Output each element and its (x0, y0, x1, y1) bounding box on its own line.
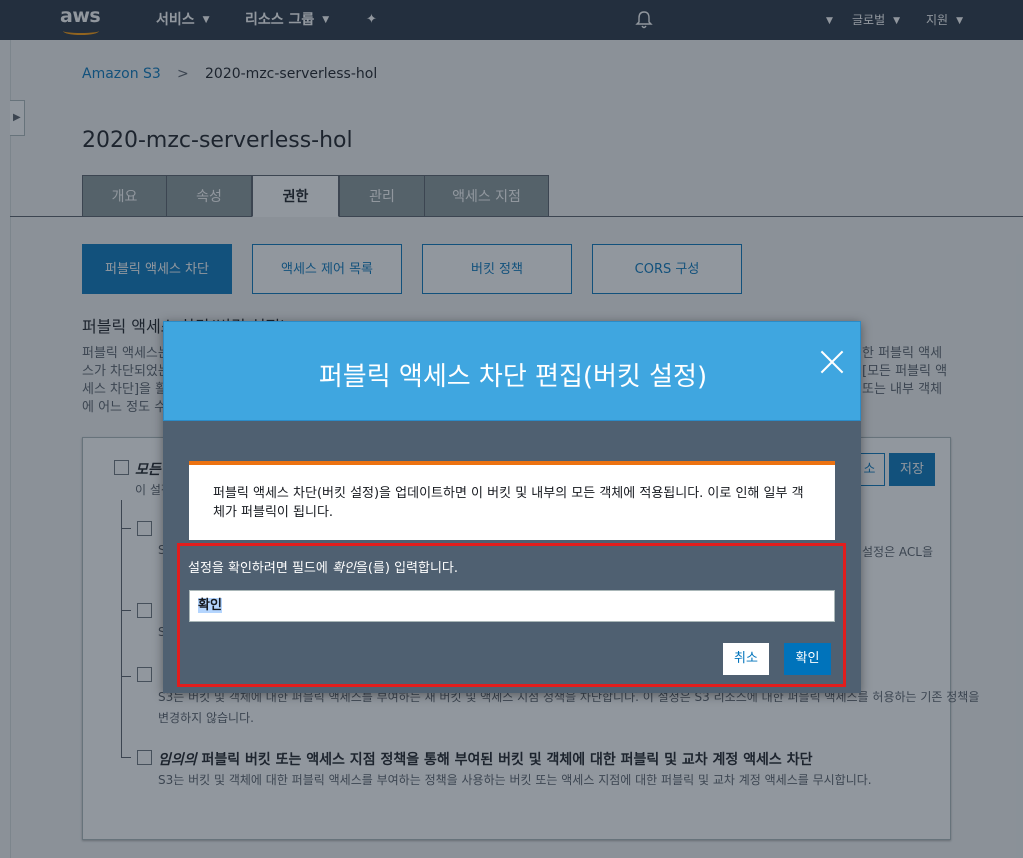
close-icon[interactable] (820, 350, 844, 374)
warning-line-2: 체가 퍼블릭이 됩니다. (213, 505, 334, 520)
warning-text: 퍼블릭 액세스 차단(버킷 설정)을 업데이트하면 이 버킷 및 내부의 모든 … (213, 484, 813, 522)
warning-alert: 퍼블릭 액세스 차단(버킷 설정)을 업데이트하면 이 버킷 및 내부의 모든 … (189, 461, 835, 540)
modal-title: 퍼블릭 액세스 차단 편집(버킷 설정) (318, 362, 708, 392)
modal-header: 퍼블릭 액세스 차단 편집(버킷 설정) (163, 321, 861, 421)
warning-line-1: 퍼블릭 액세스 차단(버킷 설정)을 업데이트하면 이 버킷 및 내부의 모든 … (213, 486, 804, 501)
annotation-highlight-box (177, 543, 846, 687)
